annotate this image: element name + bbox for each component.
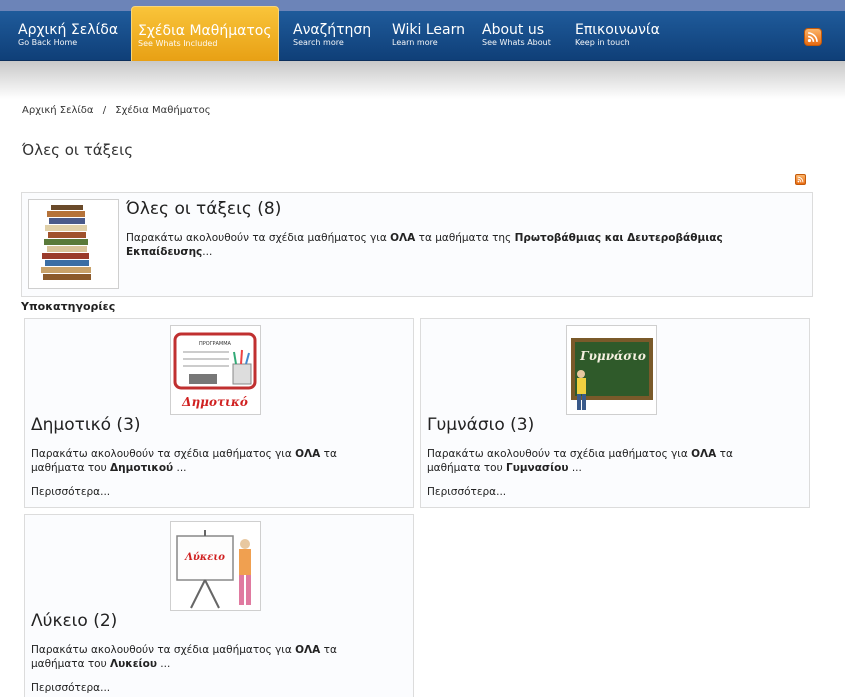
desc-text: Παρακάτω ακολουθούν τα σχέδια μαθήματος … bbox=[126, 232, 391, 244]
top-strip bbox=[0, 0, 845, 11]
nav-item-sublabel: See Whats About bbox=[482, 38, 551, 47]
subcategory-card-primary: ΠΡΟΓΡΑΜΜΑ Δημοτικό Δημοτικό (3) Παρακάτω… bbox=[24, 318, 414, 508]
desc-text: ... bbox=[202, 246, 213, 258]
category-summary: Όλες οι τάξεις (8) Παρακάτω ακολουθούν τ… bbox=[21, 192, 813, 297]
subcategory-title[interactable]: Δημοτικό (3) bbox=[31, 415, 141, 435]
breadcrumb-separator: / bbox=[102, 105, 107, 116]
desc-bold: Λυκείου bbox=[110, 658, 157, 670]
desc-text: Παρακάτω ακολουθούν τα σχέδια μαθήματος … bbox=[31, 644, 296, 656]
subcategory-card-high: Λύκειο Λύκειο (2) Παρακάτω ακολουθούν τα… bbox=[24, 514, 414, 697]
breadcrumb-link-home[interactable]: Αρχική Σελίδα bbox=[22, 105, 94, 116]
subcategories-heading: Υποκατηγορίες bbox=[21, 300, 116, 313]
header-shadow bbox=[0, 61, 845, 99]
category-description: Παρακάτω ακολουθούν τα σχέδια μαθήματος … bbox=[126, 231, 776, 259]
read-more-link[interactable]: Περισσότερα... bbox=[427, 486, 506, 498]
breadcrumb: Αρχική Σελίδα / Σχέδια Μαθήματος bbox=[22, 105, 211, 116]
desc-bold: ΟΛΑ bbox=[295, 448, 321, 460]
nav-item-label: Wiki Learn bbox=[392, 22, 466, 38]
desc-text: Παρακάτω ακολουθούν τα σχέδια μαθήματος … bbox=[31, 448, 296, 460]
nav-item-sublabel: Keep in touch bbox=[575, 38, 630, 47]
nav-item-label: Αρχική Σελίδα bbox=[18, 22, 119, 38]
category-rss-icon[interactable] bbox=[795, 174, 806, 185]
nav-item-contact[interactable]: Επικοινωνία Keep in touch bbox=[575, 11, 660, 61]
desc-bold: ΟΛΑ bbox=[691, 448, 717, 460]
page-title: Όλες οι τάξεις bbox=[22, 141, 134, 159]
nav-item-home[interactable]: Αρχική Σελίδα Go Back Home bbox=[18, 11, 118, 61]
nav-item-lesson-plans[interactable]: Σχέδια Μαθήματος See Whats Included bbox=[131, 6, 279, 68]
desc-text: τα μαθήματα της bbox=[415, 232, 515, 244]
high-school-image: Λύκειο bbox=[170, 521, 261, 611]
subcategory-title[interactable]: Γυμνάσιο (3) bbox=[427, 415, 534, 435]
desc-bold: ΟΛΑ bbox=[390, 232, 416, 244]
main-navigation: Αρχική Σελίδα Go Back Home Σχέδια Μαθήμα… bbox=[0, 6, 845, 68]
board-header-text: ΠΡΟΓΡΑΜΜΑ bbox=[199, 341, 232, 347]
rss-icon bbox=[807, 32, 818, 43]
desc-text: ... bbox=[156, 658, 171, 670]
primary-school-image: ΠΡΟΓΡΑΜΜΑ Δημοτικό bbox=[170, 325, 261, 415]
middle-school-image: Γυμνάσιο bbox=[566, 325, 657, 415]
nav-item-wiki-learn[interactable]: Wiki Learn Learn more bbox=[392, 11, 465, 61]
nav-item-label: Επικοινωνία bbox=[575, 22, 660, 38]
nav-item-label: About us bbox=[482, 22, 545, 38]
rss-feed-icon[interactable] bbox=[804, 28, 822, 46]
nav-item-label: Σχέδια Μαθήματος bbox=[138, 23, 272, 39]
rss-icon bbox=[797, 176, 804, 183]
desc-text: ... bbox=[568, 462, 582, 474]
desc-bold: ΟΛΑ bbox=[295, 644, 321, 656]
image-caption: Λύκειο bbox=[184, 552, 225, 563]
desc-text: ... bbox=[173, 462, 187, 474]
subcategory-title[interactable]: Λύκειο (2) bbox=[31, 611, 117, 631]
nav-item-sublabel: Go Back Home bbox=[18, 38, 78, 47]
nav-item-sublabel: See Whats Included bbox=[138, 39, 218, 48]
books-stack-image bbox=[28, 199, 119, 289]
image-caption: Δημοτικό bbox=[181, 395, 248, 409]
desc-bold: Γυμνασίου bbox=[506, 462, 569, 474]
subcategory-description: Παρακάτω ακολουθούν τα σχέδια μαθήματος … bbox=[31, 447, 391, 475]
subcategory-card-middle: Γυμνάσιο Γυμνάσιο (3) Παρακάτω ακολουθού… bbox=[420, 318, 810, 508]
nav-item-label: Αναζήτηση bbox=[293, 22, 372, 38]
nav-item-search[interactable]: Αναζήτηση Search more bbox=[293, 11, 371, 61]
read-more-link[interactable]: Περισσότερα... bbox=[31, 682, 110, 694]
image-caption: Γυμνάσιο bbox=[579, 349, 646, 363]
subcategory-description: Παρακάτω ακολουθούν τα σχέδια μαθήματος … bbox=[427, 447, 787, 475]
breadcrumb-link-lesson-plans[interactable]: Σχέδια Μαθήματος bbox=[115, 105, 210, 116]
read-more-link[interactable]: Περισσότερα... bbox=[31, 486, 110, 498]
desc-text: Παρακάτω ακολουθούν τα σχέδια μαθήματος … bbox=[427, 448, 692, 460]
nav-item-about[interactable]: About us See Whats About bbox=[482, 11, 551, 61]
nav-item-sublabel: Learn more bbox=[392, 38, 438, 47]
category-title[interactable]: Όλες οι τάξεις (8) bbox=[126, 199, 281, 219]
desc-bold: Δημοτικού bbox=[110, 462, 174, 474]
nav-item-sublabel: Search more bbox=[293, 38, 344, 47]
subcategory-description: Παρακάτω ακολουθούν τα σχέδια μαθήματος … bbox=[31, 643, 391, 671]
